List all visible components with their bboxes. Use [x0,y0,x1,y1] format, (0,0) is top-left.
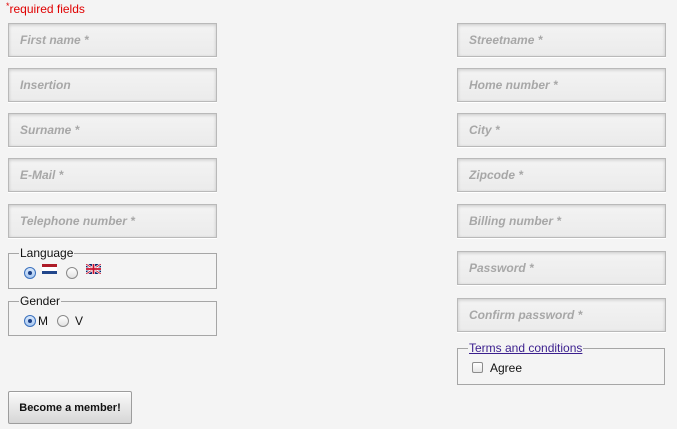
language-radio-english[interactable] [66,267,78,279]
gender-label-m: M [38,314,48,328]
gender-radio-v[interactable] [57,315,69,327]
agree-label: Agree [490,361,523,375]
agree-checkbox[interactable] [472,362,483,373]
terms-fieldset: Terms and conditions [457,341,665,385]
email-input[interactable] [8,158,217,192]
confirm-password-input[interactable] [457,298,666,332]
city-input[interactable] [457,113,666,147]
zipcode-input[interactable] [457,158,666,192]
flag-netherlands-icon [42,264,57,274]
terms-link[interactable]: Terms and conditions [469,341,582,355]
streetname-input[interactable] [457,23,666,57]
home-number-input[interactable] [457,68,666,102]
surname-input[interactable] [8,113,217,147]
language-radio-dutch[interactable] [24,267,36,279]
terms-legend: Terms and conditions [468,341,583,355]
gender-legend: Gender [20,294,61,308]
insertion-input[interactable] [8,68,217,102]
password-input[interactable] [457,251,666,285]
telephone-input[interactable] [8,204,217,238]
first-name-input[interactable] [8,23,217,57]
required-fields-text: required fields [9,2,85,16]
become-member-button[interactable]: Become a member! [8,391,132,424]
flag-united-kingdom-icon [86,264,101,274]
gender-radio-m[interactable] [24,315,36,327]
required-star: * [6,1,10,11]
required-fields-note: *required fields [6,1,85,16]
language-legend: Language [20,246,74,260]
language-fieldset: Language [8,246,217,289]
gender-label-v: V [75,314,84,328]
billing-number-input[interactable] [457,204,666,238]
